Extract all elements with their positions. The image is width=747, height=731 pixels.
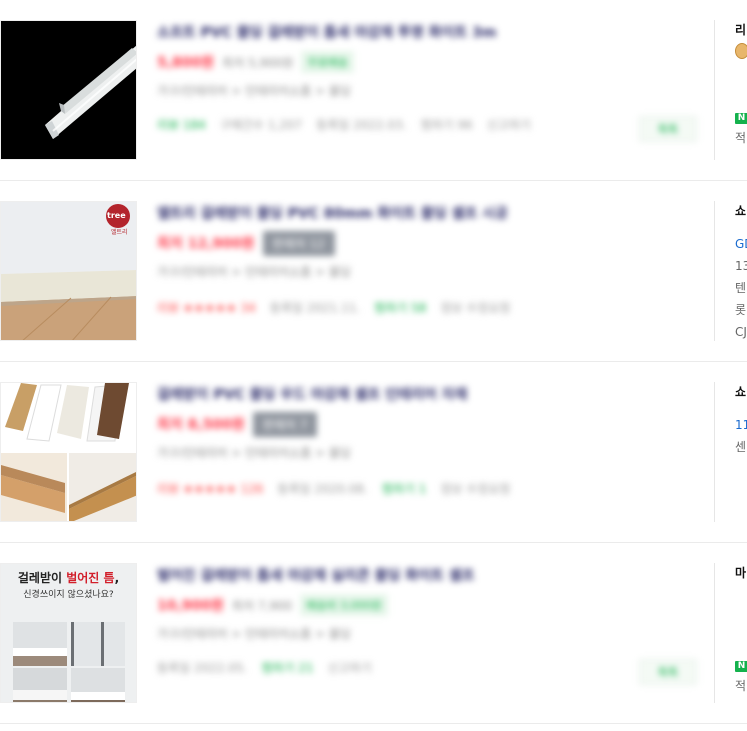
- product-title[interactable]: 소프트 PVC 몰딩 걸레받이 틈새 마감재 투명 화이트 3m: [157, 22, 707, 44]
- product-meta: 리뷰 ★★★★★ 126 등록일 2020.08. 찜하기 1 정보 수정요청: [157, 480, 510, 497]
- price-line: 10,900원 최저 7,900 배송비 3,000원: [157, 593, 707, 617]
- shipping-tag: 무료배송: [301, 51, 354, 73]
- mall-line[interactable]: 센: [735, 436, 747, 458]
- row-divider: [0, 723, 747, 724]
- product-info: 엘트리 걸레받이 몰딩 PVC 80mm 화이트 몰딩 셀프 시공 최저 12,…: [157, 203, 707, 343]
- product-title[interactable]: 엘트리 걸레받이 몰딩 PVC 80mm 화이트 몰딩 셀프 시공: [157, 203, 707, 225]
- column-divider: [714, 201, 715, 341]
- product-price-sub: 최저 5,900원: [222, 55, 294, 70]
- product-info: 벌어진 걸레받이 틈새 마감재 실리콘 몰딩 화이트 셀프 10,900원 최저…: [157, 565, 707, 705]
- report-button[interactable]: 신고하기: [487, 116, 531, 133]
- mall-line: 적: [735, 131, 747, 145]
- column-divider: [714, 20, 715, 160]
- product-title[interactable]: 걸레받이 PVC 몰딩 우드 마감재 셀프 인테리어 자재: [157, 384, 707, 406]
- product-price: 5,800원: [157, 55, 215, 71]
- product-row: tree 엘트리 엘트리 걸레받이 몰딩 PVC 80mm 화이트 몰딩 셀프 …: [0, 181, 747, 362]
- wish-button[interactable]: 찜하기 1: [382, 480, 427, 497]
- edit-request-button[interactable]: 정보 수정요청: [440, 299, 510, 316]
- price-line: 최저 8,500원 판매처 7: [157, 411, 707, 437]
- wish-button[interactable]: 찜하기 21: [261, 659, 313, 676]
- review-stars[interactable]: 리뷰 ★★★★★ 34: [157, 299, 256, 316]
- talk-button[interactable]: 톡톡: [639, 116, 697, 142]
- mall-line[interactable]: CJ: [735, 321, 747, 343]
- naverpay-badge-icon: N: [735, 661, 747, 672]
- purchase-count: 구매건수 1,207: [219, 118, 303, 132]
- mall-line[interactable]: 텐: [735, 277, 747, 299]
- category-path[interactable]: 가구/인테리어 > 인테리어소품 > 몰딩: [157, 444, 707, 461]
- mall-link[interactable]: 11: [735, 414, 747, 436]
- register-date: 등록일 2022.03.: [316, 118, 407, 132]
- talk-button[interactable]: 톡톡: [639, 659, 697, 685]
- column-divider: [714, 563, 715, 703]
- product-thumbnail[interactable]: [0, 382, 137, 522]
- mall-name: 쇼: [735, 204, 747, 218]
- product-thumbnail[interactable]: [0, 20, 137, 160]
- product-row: 걸레받이 PVC 몰딩 우드 마감재 셀프 인테리어 자재 최저 8,500원 …: [0, 362, 747, 543]
- review-count[interactable]: 리뷰 184: [157, 116, 206, 133]
- review-stars[interactable]: 리뷰 ★★★★★ 126: [157, 480, 263, 497]
- product-title[interactable]: 벌어진 걸레받이 틈새 마감재 실리콘 몰딩 화이트 셀프: [157, 565, 707, 587]
- mall-info: 쇼 GD 13 텐 롯 CJ: [735, 201, 747, 343]
- mall-name: 쇼: [735, 385, 747, 399]
- price-line: 최저 12,900원 판매처 12: [157, 230, 707, 256]
- category-path[interactable]: 가구/인테리어 > 인테리어소품 > 몰딩: [157, 82, 707, 99]
- mall-line[interactable]: 13: [735, 255, 747, 277]
- mall-info: 리 N 적: [735, 20, 747, 149]
- mall-line[interactable]: 롯: [735, 299, 747, 321]
- product-row: 소프트 PVC 몰딩 걸레받이 틈새 마감재 투명 화이트 3m 5,800원 …: [0, 0, 747, 181]
- mall-info: 마 N 적: [735, 563, 747, 697]
- mall-line: 적: [735, 679, 747, 693]
- column-divider: [714, 382, 715, 522]
- mall-name[interactable]: 리: [735, 20, 747, 40]
- brand-logo-sub: 엘트리: [111, 229, 128, 236]
- register-date: 등록일 2020.08.: [277, 482, 368, 496]
- category-path[interactable]: 가구/인테리어 > 인테리어소품 > 몰딩: [157, 625, 707, 642]
- seller-count-tag[interactable]: 판매처 7: [252, 411, 318, 437]
- product-price: 10,900원: [157, 598, 224, 614]
- wish-button[interactable]: 찜하기 58: [374, 299, 426, 316]
- category-path[interactable]: 가구/인테리어 > 인테리어소품 > 몰딩: [157, 263, 707, 280]
- product-meta: 리뷰 184 구매건수 1,207 등록일 2022.03. 찜하기 96 신고…: [157, 116, 531, 133]
- product-price-sub: 최저 7,900: [231, 598, 293, 613]
- wish-button[interactable]: 찜하기 96: [421, 116, 473, 133]
- seller-count-tag[interactable]: 판매처 12: [262, 230, 335, 256]
- register-date: 등록일 2022.05.: [157, 661, 248, 675]
- shipping-tag: 배송비 3,000원: [300, 594, 388, 616]
- price-line: 5,800원 최저 5,900원 무료배송: [157, 50, 707, 74]
- brand-logo: tree: [107, 211, 126, 220]
- medal-icon: [735, 43, 747, 59]
- report-button[interactable]: 신고하기: [328, 659, 372, 676]
- product-thumbnail[interactable]: 걸레받이 벌어진 틈, 신경쓰이지 않으셨나요?: [0, 563, 137, 703]
- product-price: 최저 12,900원: [157, 236, 255, 252]
- mall-name[interactable]: 마: [735, 563, 747, 583]
- product-row: 걸레받이 벌어진 틈, 신경쓰이지 않으셨나요? 벌어진 걸레받이 틈새 마감재…: [0, 543, 747, 724]
- register-date: 등록일 2021.11.: [269, 301, 361, 315]
- mall-info: 쇼 11 센: [735, 382, 747, 458]
- mall-link[interactable]: GD: [735, 233, 747, 255]
- naverpay-badge-icon: N: [735, 113, 747, 124]
- product-meta: 등록일 2022.05. 찜하기 21 신고하기: [157, 659, 372, 676]
- product-info: 걸레받이 PVC 몰딩 우드 마감재 셀프 인테리어 자재 최저 8,500원 …: [157, 384, 707, 524]
- product-thumbnail[interactable]: tree 엘트리: [0, 201, 137, 341]
- product-info: 소프트 PVC 몰딩 걸레받이 틈새 마감재 투명 화이트 3m 5,800원 …: [157, 22, 707, 162]
- product-meta: 리뷰 ★★★★★ 34 등록일 2021.11. 찜하기 58 정보 수정요청: [157, 299, 510, 316]
- product-price: 최저 8,500원: [157, 417, 245, 433]
- edit-request-button[interactable]: 정보 수정요청: [440, 480, 510, 497]
